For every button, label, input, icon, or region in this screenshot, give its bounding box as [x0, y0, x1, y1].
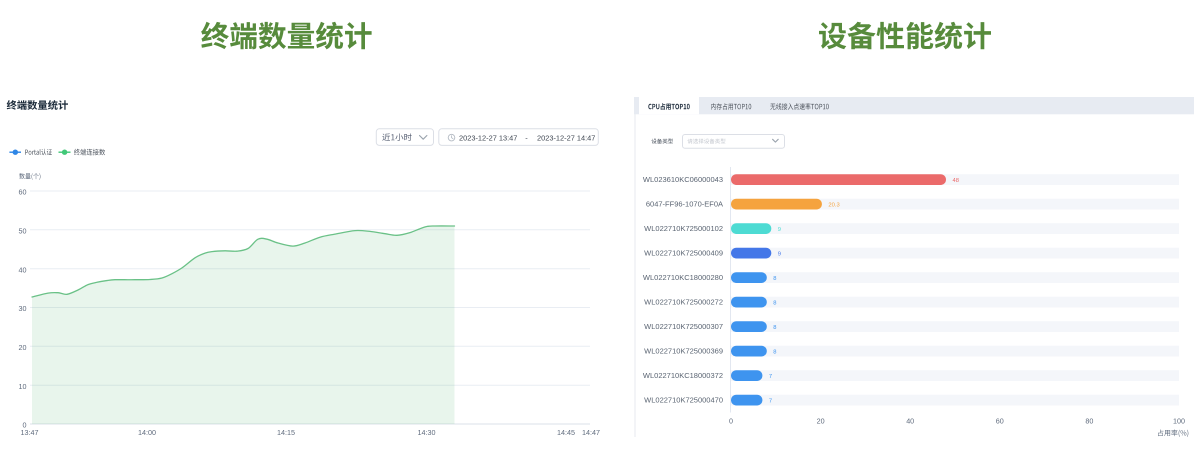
svg-text:8: 8 [773, 325, 776, 331]
svg-text:WL022710K725000470: WL022710K725000470 [644, 396, 723, 405]
svg-text:8: 8 [773, 349, 776, 355]
svg-text:13:47: 13:47 [21, 428, 39, 437]
svg-text:2023-12-27 13:47: 2023-12-27 13:47 [459, 133, 517, 142]
svg-text:14:15: 14:15 [277, 428, 295, 437]
svg-text:WL022710K725000307: WL022710K725000307 [644, 322, 723, 331]
svg-text:8: 8 [773, 276, 776, 282]
svg-text:80: 80 [1085, 417, 1093, 426]
svg-text:9: 9 [778, 251, 781, 257]
svg-text:WL022710KC18000280: WL022710KC18000280 [643, 273, 723, 282]
svg-text:20: 20 [19, 343, 27, 352]
svg-text:40: 40 [19, 265, 27, 274]
svg-text:14:30: 14:30 [418, 428, 436, 437]
svg-text:50: 50 [19, 227, 27, 236]
svg-text:WL022710KC18000372: WL022710KC18000372 [643, 371, 723, 380]
svg-text:20.3: 20.3 [828, 202, 839, 208]
svg-text:WL022710K725000369: WL022710K725000369 [644, 347, 723, 356]
svg-text:40: 40 [906, 417, 914, 426]
svg-text:WL022710K725000409: WL022710K725000409 [644, 249, 723, 258]
svg-text:30: 30 [19, 304, 27, 313]
svg-text:6047-FF96-1070-EF0A: 6047-FF96-1070-EF0A [646, 200, 723, 209]
svg-text:60: 60 [19, 188, 27, 197]
svg-text:14:45: 14:45 [557, 428, 575, 437]
svg-text:14:47: 14:47 [582, 428, 600, 437]
svg-text:7: 7 [769, 374, 772, 380]
svg-text:20: 20 [817, 417, 825, 426]
svg-text:48: 48 [953, 178, 959, 184]
svg-text:WL023610KC06000043: WL023610KC06000043 [643, 175, 723, 184]
svg-text:100: 100 [1173, 417, 1185, 426]
svg-text:WL022710K725000272: WL022710K725000272 [644, 298, 723, 307]
svg-text:14:00: 14:00 [138, 428, 156, 437]
svg-text:0: 0 [729, 417, 733, 426]
svg-text:2023-12-27 14:47: 2023-12-27 14:47 [537, 133, 595, 142]
svg-text:60: 60 [996, 417, 1004, 426]
svg-text:10: 10 [19, 382, 27, 391]
svg-text:7: 7 [769, 398, 772, 404]
svg-text:8: 8 [773, 300, 776, 306]
svg-text:9: 9 [778, 227, 781, 233]
svg-text:WL022710K725000102: WL022710K725000102 [644, 224, 723, 233]
